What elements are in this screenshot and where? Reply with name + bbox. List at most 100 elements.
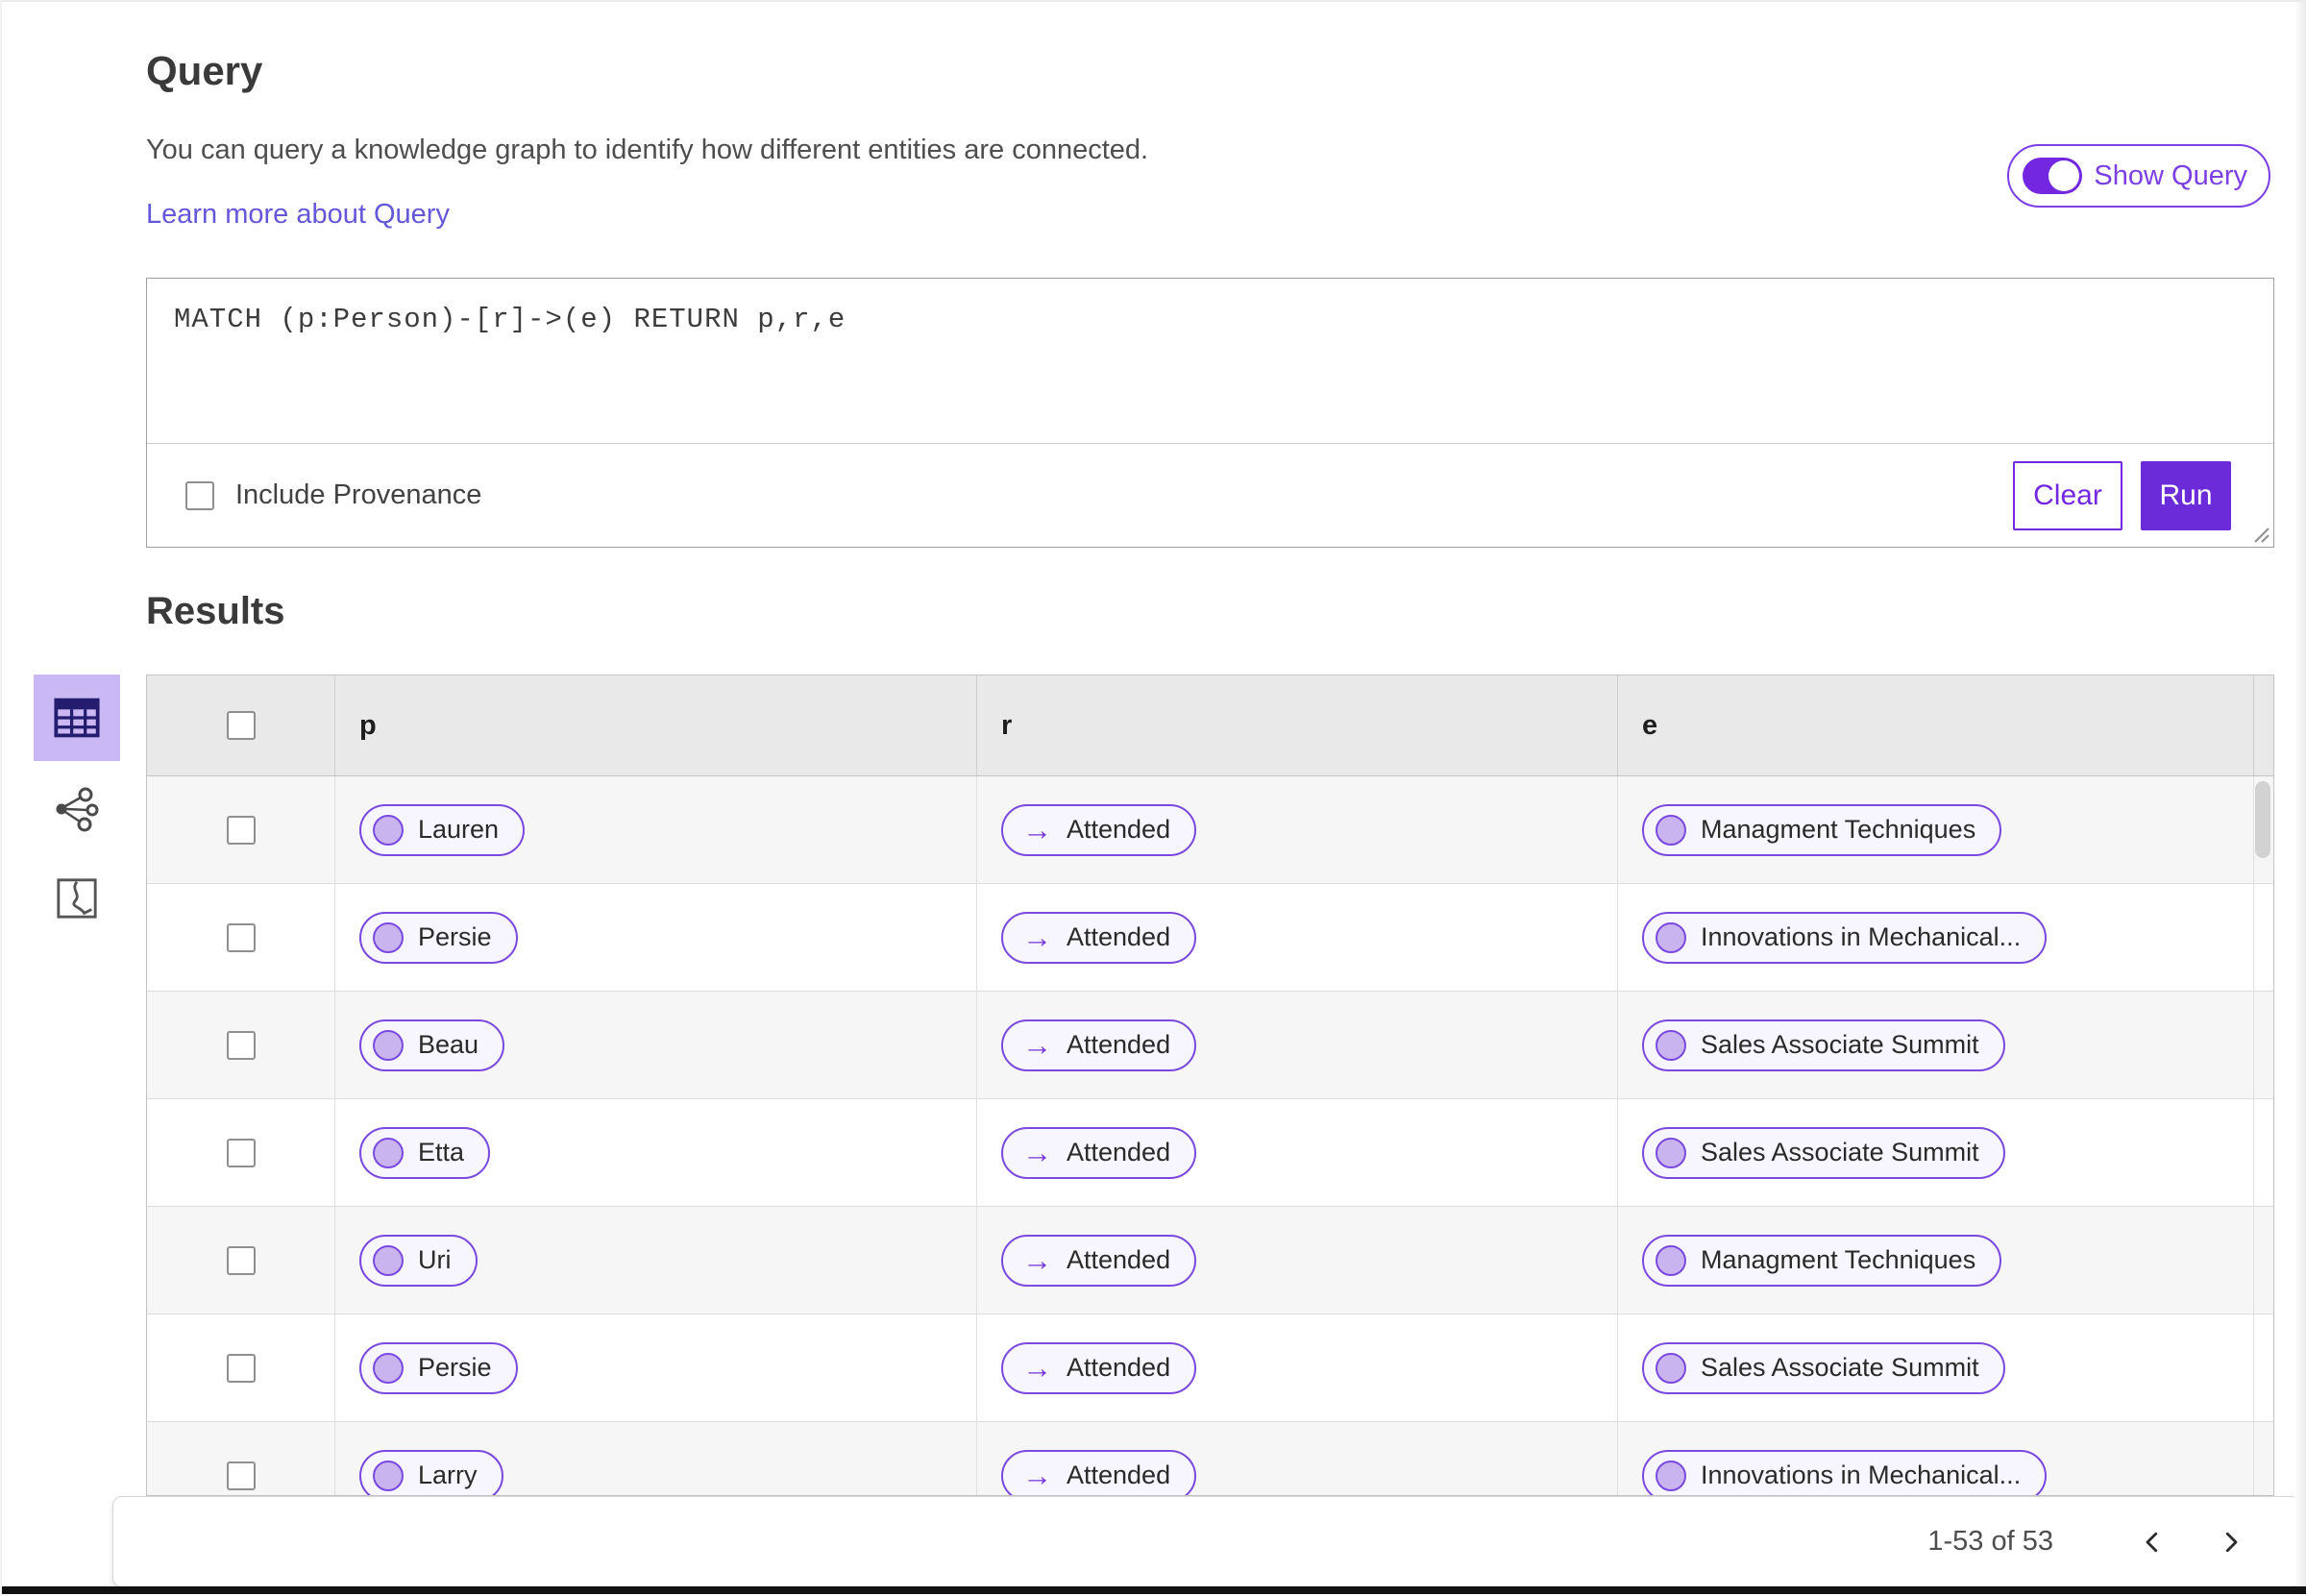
row-e-label: Innovations in Mechanical... bbox=[1701, 922, 2022, 951]
row-r-label: Attended bbox=[1067, 1030, 1171, 1059]
table-row: Persie → Attended Sales Associate Summit bbox=[147, 1314, 2273, 1422]
row-checkbox[interactable] bbox=[226, 815, 256, 845]
node-circle-icon bbox=[373, 921, 404, 953]
toggle-on-icon[interactable] bbox=[2023, 158, 2083, 194]
node-circle-icon bbox=[373, 1460, 404, 1491]
select-all-checkbox[interactable] bbox=[226, 711, 256, 740]
table-icon bbox=[54, 698, 100, 738]
table-view-button[interactable] bbox=[34, 675, 120, 761]
clear-button[interactable]: Clear bbox=[2013, 460, 2122, 530]
pagination-range: 1-53 of 53 bbox=[1927, 1526, 2053, 1557]
query-input[interactable]: MATCH (p:Person)-[r]->(e) RETURN p,r,e bbox=[147, 279, 2273, 444]
results-view-switcher bbox=[34, 675, 120, 963]
entity-pill-p[interactable]: Larry bbox=[359, 1449, 503, 1495]
entity-pill-e[interactable]: Sales Associate Summit bbox=[1642, 1019, 2005, 1071]
row-e-label: Innovations in Mechanical... bbox=[1701, 1461, 2022, 1489]
learn-more-link[interactable]: Learn more about Query bbox=[146, 199, 450, 231]
entity-pill-p[interactable]: Beau bbox=[359, 1019, 505, 1071]
query-editor-footer: Include Provenance Clear Run bbox=[147, 444, 2273, 547]
previous-page-button[interactable] bbox=[2130, 1520, 2174, 1564]
entity-pill-p[interactable]: Lauren bbox=[359, 803, 526, 856]
row-checkbox[interactable] bbox=[226, 1138, 256, 1167]
row-e-label: Sales Associate Summit bbox=[1701, 1030, 1979, 1059]
column-header-e[interactable]: e bbox=[1642, 710, 1657, 742]
row-p-label: Beau bbox=[418, 1030, 479, 1059]
graph-view-button[interactable] bbox=[34, 782, 120, 836]
node-circle-icon bbox=[373, 1137, 404, 1168]
entity-pill-e[interactable]: Managment Techniques bbox=[1642, 803, 2002, 856]
entity-pill-e[interactable]: Innovations in Mechanical... bbox=[1642, 911, 2048, 964]
row-p-label: Uri bbox=[418, 1245, 452, 1274]
results-heading: Results bbox=[146, 590, 285, 632]
node-circle-icon bbox=[1656, 814, 1686, 846]
include-provenance-checkbox[interactable] bbox=[185, 480, 214, 510]
node-circle-icon bbox=[1656, 1460, 1686, 1491]
query-editor-panel: MATCH (p:Person)-[r]->(e) RETURN p,r,e I… bbox=[146, 278, 2274, 548]
row-r-label: Attended bbox=[1067, 1461, 1171, 1489]
table-row: Lauren → Attended Managment Techniques bbox=[147, 776, 2273, 884]
entity-pill-e[interactable]: Innovations in Mechanical... bbox=[1642, 1449, 2048, 1495]
show-query-toggle[interactable]: Show Query bbox=[2007, 144, 2270, 208]
chevron-left-icon bbox=[2146, 1532, 2158, 1552]
relation-arrow-icon: → bbox=[1022, 1459, 1052, 1492]
entity-pill-p[interactable]: Persie bbox=[359, 1341, 518, 1394]
table-row: Beau → Attended Sales Associate Summit bbox=[147, 992, 2273, 1099]
node-circle-icon bbox=[1656, 1029, 1686, 1061]
include-provenance-label: Include Provenance bbox=[235, 479, 482, 510]
map-icon bbox=[57, 878, 97, 919]
row-p-label: Lauren bbox=[418, 815, 500, 844]
entity-pill-e[interactable]: Sales Associate Summit bbox=[1642, 1341, 2005, 1394]
relation-arrow-icon: → bbox=[1022, 1351, 1052, 1385]
chevron-right-icon bbox=[2225, 1532, 2238, 1552]
node-circle-icon bbox=[1656, 921, 1686, 953]
resize-handle-icon[interactable] bbox=[2247, 521, 2270, 544]
row-checkbox[interactable] bbox=[226, 1030, 256, 1060]
row-e-label: Managment Techniques bbox=[1701, 1245, 1976, 1274]
vertical-scrollbar-thumb[interactable] bbox=[2255, 781, 2270, 858]
relation-pill-r[interactable]: → Attended bbox=[1001, 1449, 1197, 1495]
row-checkbox[interactable] bbox=[226, 1461, 256, 1490]
next-page-button[interactable] bbox=[2209, 1520, 2253, 1564]
relation-arrow-icon: → bbox=[1022, 1136, 1052, 1169]
row-r-label: Attended bbox=[1067, 815, 1171, 844]
query-page: Query You can query a knowledge graph to… bbox=[0, 0, 2306, 1596]
entity-pill-e[interactable]: Managment Techniques bbox=[1642, 1234, 2002, 1287]
relation-pill-r[interactable]: → Attended bbox=[1001, 911, 1197, 964]
row-r-label: Attended bbox=[1067, 1138, 1171, 1166]
row-r-label: Attended bbox=[1067, 922, 1171, 951]
entity-pill-p[interactable]: Persie bbox=[359, 911, 518, 964]
row-e-label: Managment Techniques bbox=[1701, 815, 1976, 844]
relation-pill-r[interactable]: → Attended bbox=[1001, 1341, 1197, 1394]
column-header-r[interactable]: r bbox=[1001, 710, 1012, 742]
relation-pill-r[interactable]: → Attended bbox=[1001, 1019, 1197, 1071]
results-table: p r e Lauren → Attended Managment Techni… bbox=[146, 675, 2274, 1496]
relation-pill-r[interactable]: → Attended bbox=[1001, 1126, 1197, 1179]
run-button[interactable]: Run bbox=[2141, 460, 2231, 530]
column-header-p[interactable]: p bbox=[359, 710, 377, 742]
relation-arrow-icon: → bbox=[1022, 813, 1052, 847]
node-circle-icon bbox=[1656, 1244, 1686, 1276]
row-checkbox[interactable] bbox=[226, 1245, 256, 1275]
page-title: Query bbox=[146, 48, 263, 93]
entity-pill-p[interactable]: Etta bbox=[359, 1126, 491, 1179]
table-header-row: p r e bbox=[147, 675, 2273, 776]
entity-pill-p[interactable]: Uri bbox=[359, 1234, 478, 1287]
map-view-button[interactable] bbox=[34, 872, 120, 925]
toggle-knob bbox=[2048, 160, 2080, 191]
relation-pill-r[interactable]: → Attended bbox=[1001, 1234, 1197, 1287]
row-checkbox[interactable] bbox=[226, 922, 256, 952]
row-r-label: Attended bbox=[1067, 1245, 1171, 1274]
page-bottom-edge bbox=[2, 1586, 2306, 1594]
row-e-label: Sales Associate Summit bbox=[1701, 1138, 1979, 1166]
pagination-bar: 1-53 of 53 bbox=[112, 1496, 2300, 1587]
relation-arrow-icon: → bbox=[1022, 1243, 1052, 1277]
relation-pill-r[interactable]: → Attended bbox=[1001, 803, 1197, 856]
row-p-label: Persie bbox=[418, 1353, 492, 1382]
row-checkbox[interactable] bbox=[226, 1353, 256, 1383]
entity-pill-e[interactable]: Sales Associate Summit bbox=[1642, 1126, 2005, 1179]
network-graph-icon bbox=[56, 787, 99, 832]
table-row: Larry → Attended Innovations in Mechanic… bbox=[147, 1422, 2273, 1495]
page-right-edge bbox=[2294, 2, 2306, 1586]
relation-arrow-icon: → bbox=[1022, 1028, 1052, 1062]
page-description: You can query a knowledge graph to ident… bbox=[146, 135, 1149, 165]
